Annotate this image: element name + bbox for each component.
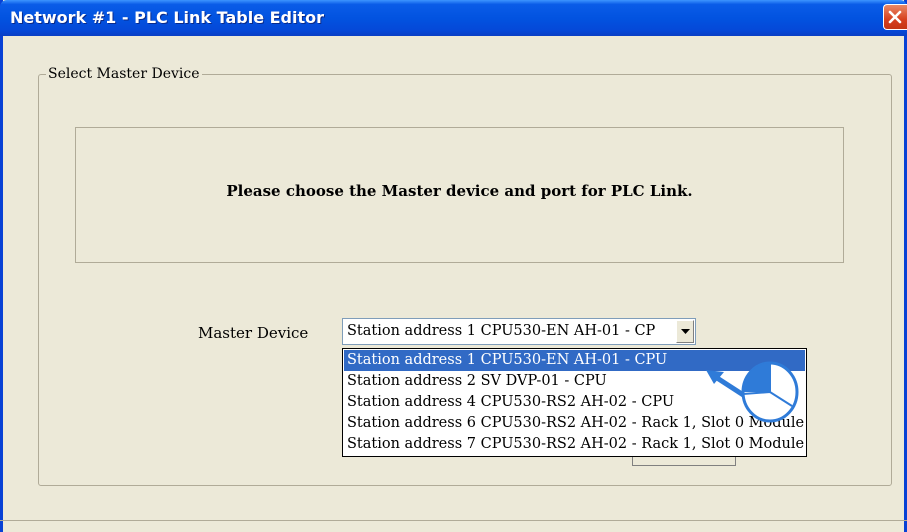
window-title: Network #1 - PLC Link Table Editor (10, 8, 325, 27)
close-icon (888, 10, 902, 24)
close-button[interactable] (883, 4, 907, 30)
master-device-select[interactable]: Station address 1 CPU530-EN AH-01 - CP (342, 318, 696, 345)
mouse-click-icon (706, 361, 799, 423)
title-bar[interactable]: Network #1 - PLC Link Table Editor (0, 0, 907, 36)
dropdown-option[interactable]: Station address 7 CPU530-RS2 AH-02 - Rac… (344, 434, 805, 455)
master-device-label: Master Device (198, 324, 309, 342)
dialog-bottom-divider (0, 520, 907, 521)
info-message: Please choose the Master device and port… (226, 182, 693, 200)
dropdown-arrow-button[interactable] (676, 320, 694, 343)
groupbox-legend: Select Master Device (46, 66, 202, 82)
info-panel: Please choose the Master device and port… (75, 127, 844, 263)
master-device-select-value: Station address 1 CPU530-EN AH-01 - CP (347, 323, 656, 339)
chevron-down-icon (681, 329, 690, 334)
